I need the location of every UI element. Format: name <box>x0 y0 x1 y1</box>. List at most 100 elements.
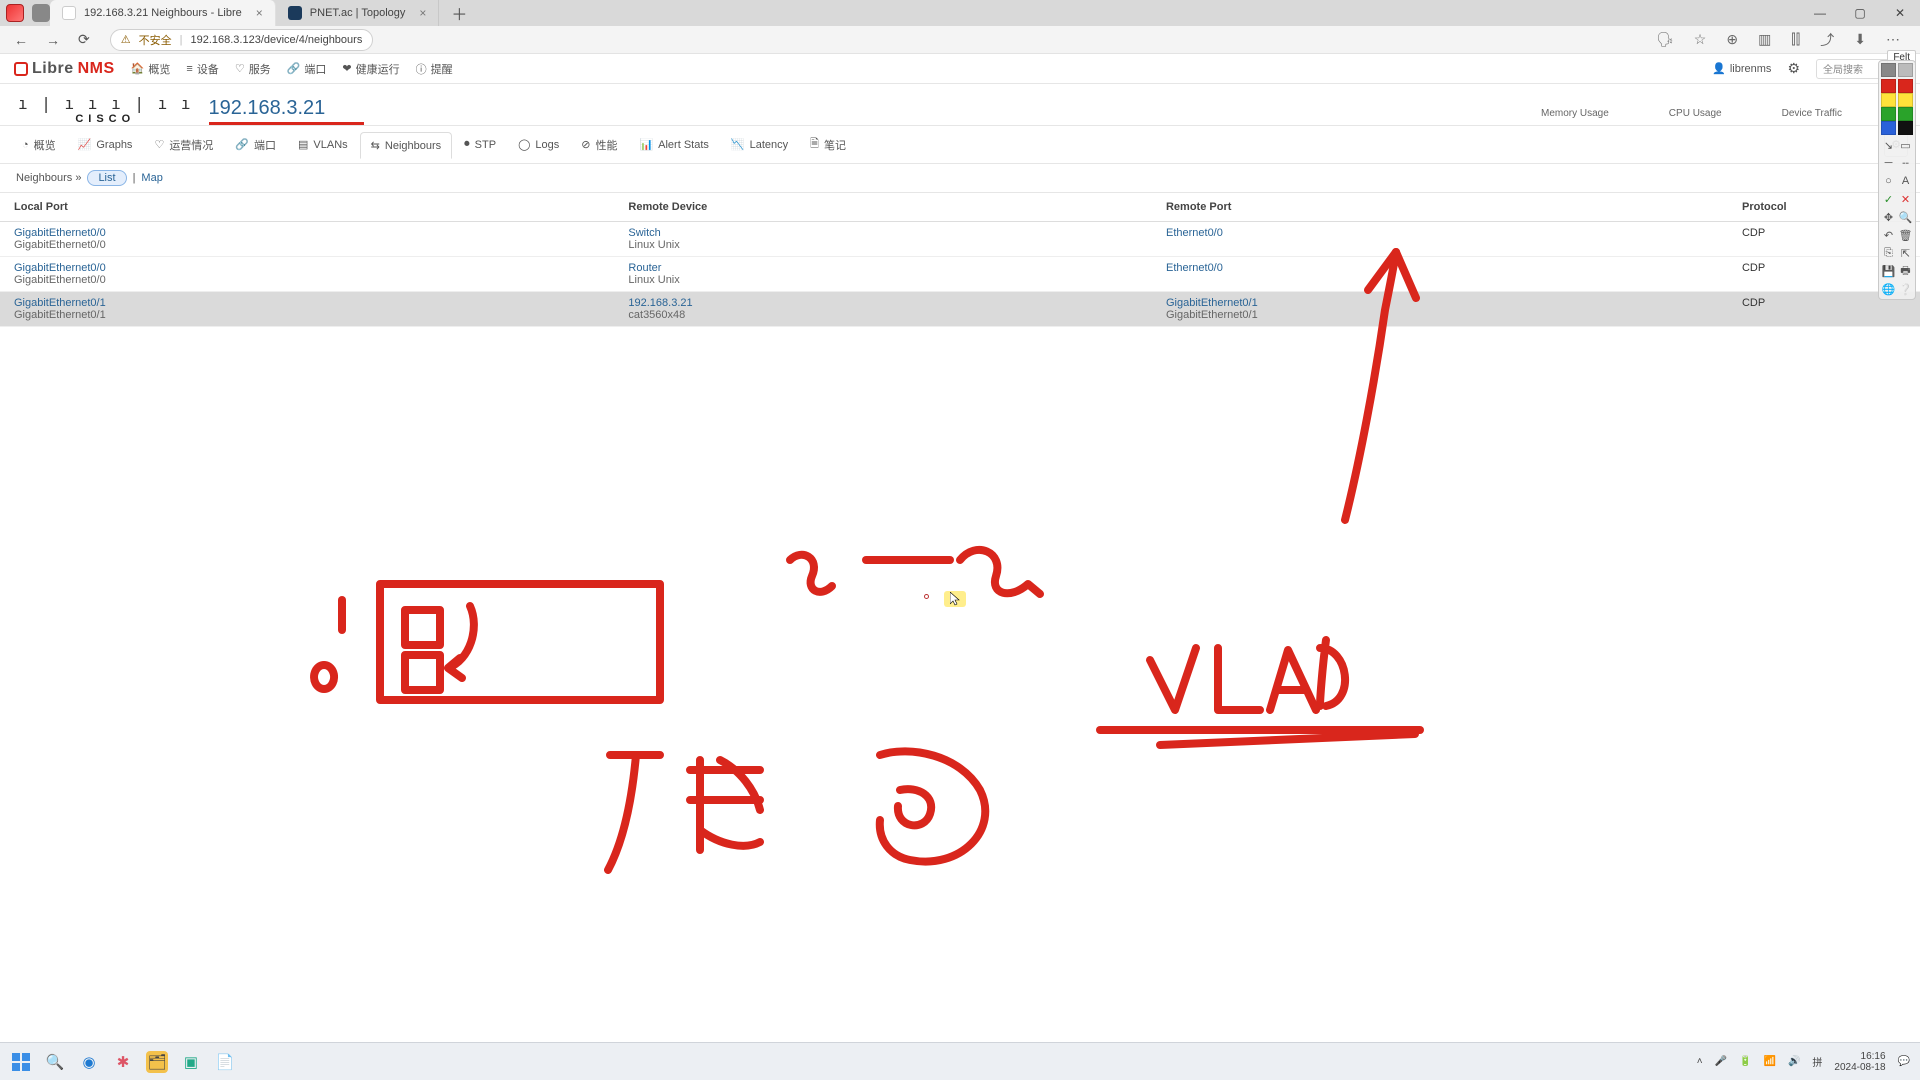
nav-health[interactable]: ❤ 健康运行 <box>342 61 399 77</box>
window-close[interactable]: ✕ <box>1880 6 1920 20</box>
tool-print-icon[interactable]: 🖶 <box>1898 263 1913 279</box>
browser-tab-active[interactable]: 192.168.3.21 Neighbours - Libre × <box>50 0 276 26</box>
view-list-pill[interactable]: List <box>87 170 126 186</box>
window-maximize[interactable]: ▢ <box>1840 6 1880 20</box>
tray-clock[interactable]: 16:16 2024-08-18 <box>1834 1051 1885 1073</box>
taskbar-search-icon[interactable]: 🔍 <box>44 1051 66 1073</box>
nav-back-button[interactable]: ← <box>10 30 32 50</box>
tool-help-icon[interactable]: ❔ <box>1898 281 1913 297</box>
local-port-link[interactable]: GigabitEthernet0/0 <box>14 262 600 274</box>
app-icon-1[interactable] <box>6 4 24 22</box>
url-input[interactable]: ⚠ 不安全 | 192.168.3.123/device/4/neighbour… <box>110 29 374 51</box>
collections-icon[interactable]: ⫿⫿ <box>1791 31 1800 48</box>
tool-trash-icon[interactable]: 🗑 <box>1898 227 1913 243</box>
taskbar-app-icon[interactable]: ✱ <box>112 1051 134 1073</box>
view-map-link[interactable]: Map <box>141 172 162 184</box>
dtab-overview[interactable]: ◔ 概览 <box>12 131 66 159</box>
favorite-icon[interactable]: ☆ <box>1694 31 1707 48</box>
tool-line-icon[interactable]: ─ <box>1881 155 1896 171</box>
th-remote-port[interactable]: Remote Port <box>1152 193 1728 222</box>
device-title[interactable]: 192.168.3.21 <box>209 97 364 120</box>
color-swatch[interactable] <box>1898 121 1913 135</box>
nav-services[interactable]: ♡ 服务 <box>235 61 271 77</box>
browser-tab[interactable]: PNET.ac | Topology × <box>276 0 440 26</box>
color-swatch[interactable] <box>1898 79 1913 93</box>
tray-notifications-icon[interactable]: 💬 <box>1898 1056 1910 1067</box>
nav-user[interactable]: 👤 librenms <box>1712 62 1771 75</box>
tab-close-icon[interactable]: × <box>413 6 426 20</box>
color-swatch[interactable] <box>1881 121 1896 135</box>
app-icon-2[interactable] <box>32 4 50 22</box>
tray-mic-icon[interactable]: 🎤 <box>1715 1056 1727 1067</box>
local-port-link[interactable]: GigabitEthernet0/1 <box>14 297 600 309</box>
dtab-ports[interactable]: 🔗 端口 <box>225 131 286 159</box>
dtab-health[interactable]: ♡ 运营情况 <box>144 131 223 159</box>
taskbar-edge-icon[interactable]: ◉ <box>78 1051 100 1073</box>
taskbar-terminal-icon[interactable]: ▣ <box>180 1051 202 1073</box>
remote-device-link[interactable]: Switch <box>628 227 1138 239</box>
dtab-stp[interactable]: ⏺ STP <box>454 132 506 157</box>
color-swatch[interactable] <box>1898 107 1913 121</box>
new-tab-button[interactable]: ＋ <box>439 0 479 26</box>
nav-ports[interactable]: 🔗 端口 <box>287 61 327 77</box>
remote-port-link[interactable]: Ethernet0/0 <box>1166 227 1714 239</box>
dtab-graphs[interactable]: 📈 Graphs <box>68 132 143 157</box>
color-swatch[interactable] <box>1898 93 1913 107</box>
tool-cross-icon[interactable]: ✕ <box>1898 191 1913 207</box>
extension-icon[interactable]: ▥ <box>1758 31 1771 48</box>
tool-select-icon[interactable]: ▭ <box>1898 137 1913 153</box>
color-swatch[interactable] <box>1881 93 1896 107</box>
tool-copy-icon[interactable]: ⎘ <box>1881 245 1896 261</box>
read-aloud-icon[interactable]: 🗣 <box>1656 31 1674 48</box>
dtab-perf[interactable]: ⊘ 性能 <box>571 131 627 159</box>
share-icon[interactable]: ⤴ <box>1820 30 1834 50</box>
nav-forward-button[interactable]: → <box>42 30 64 50</box>
table-row[interactable]: GigabitEthernet0/0GigabitEthernet0/0Swit… <box>0 222 1920 257</box>
tray-battery-icon[interactable]: 🔋 <box>1739 1056 1751 1067</box>
sync-icon[interactable]: ⊕ <box>1726 31 1738 48</box>
color-swatch[interactable] <box>1881 79 1896 93</box>
tool-arrow-icon[interactable]: ↘ <box>1881 137 1896 153</box>
nav-devices[interactable]: ≡ 设备 <box>186 61 218 77</box>
th-local-port[interactable]: Local Port <box>0 193 614 222</box>
tray-chevron-icon[interactable]: ˄ <box>1697 1056 1703 1067</box>
dtab-neighbours[interactable]: ⇆ Neighbours <box>360 132 452 159</box>
tray-ime[interactable]: 拼 <box>1812 1054 1822 1069</box>
tool-globe-icon[interactable]: 🌐 <box>1881 281 1896 297</box>
nms-logo[interactable]: LibreNMS <box>14 60 115 78</box>
tool-export-icon[interactable]: ⇱ <box>1898 245 1913 261</box>
tool-zoom-icon[interactable]: 🔍 <box>1898 209 1913 225</box>
remote-port-link[interactable]: Ethernet0/0 <box>1166 262 1714 274</box>
tool-move-icon[interactable]: ✥ <box>1881 209 1896 225</box>
color-swatch[interactable] <box>1881 107 1896 121</box>
tool-text-icon[interactable]: A <box>1898 173 1913 189</box>
tool-undo-icon[interactable]: ↶ <box>1881 227 1896 243</box>
table-row[interactable]: GigabitEthernet0/0GigabitEthernet0/0Rout… <box>0 257 1920 292</box>
dtab-vlans[interactable]: ▤ VLANs <box>288 132 358 157</box>
dtab-notes[interactable]: 🗎 笔记 <box>800 129 856 160</box>
remote-device-link[interactable]: 192.168.3.21 <box>628 297 1138 309</box>
local-port-link[interactable]: GigabitEthernet0/0 <box>14 227 600 239</box>
tray-wifi-icon[interactable]: 📶 <box>1763 1056 1775 1067</box>
taskbar-notes-icon[interactable]: 📄 <box>214 1051 236 1073</box>
tool-circle-icon[interactable]: ○ <box>1881 173 1896 189</box>
annotation-toolbar[interactable]: ↘▭ ─╌ ○A ✓✕ ✥🔍 ↶🗑 ⎘⇱ 💾🖶 🌐❔ <box>1878 60 1916 300</box>
tray-volume-icon[interactable]: 🔊 <box>1788 1056 1800 1067</box>
nav-alerts[interactable]: ⓘ 提醒 <box>416 61 453 77</box>
dtab-latency[interactable]: 📉 Latency <box>721 132 798 157</box>
tool-check-icon[interactable]: ✓ <box>1881 191 1896 207</box>
remote-device-link[interactable]: Router <box>628 262 1138 274</box>
th-remote-device[interactable]: Remote Device <box>614 193 1152 222</box>
tool-dashed-icon[interactable]: ╌ <box>1898 155 1913 171</box>
overflow-icon[interactable]: ⋯ <box>1886 31 1900 48</box>
taskbar-explorer-icon[interactable]: 🗂 <box>146 1051 168 1073</box>
table-row[interactable]: GigabitEthernet0/1 GigabitEthernet0/1 192.… <box>0 292 1920 327</box>
dtab-alert-stats[interactable]: 📊 Alert Stats <box>629 132 718 157</box>
window-minimize[interactable]: — <box>1800 6 1840 20</box>
remote-port-link[interactable]: GigabitEthernet0/1 <box>1166 297 1714 309</box>
nav-reload-button[interactable]: ⟳ <box>74 29 94 50</box>
download-icon[interactable]: ⬇ <box>1854 31 1866 48</box>
tool-save-icon[interactable]: 💾 <box>1881 263 1896 279</box>
tab-close-icon[interactable]: × <box>250 6 263 20</box>
nav-settings-icon[interactable]: ⚙ <box>1787 60 1800 77</box>
